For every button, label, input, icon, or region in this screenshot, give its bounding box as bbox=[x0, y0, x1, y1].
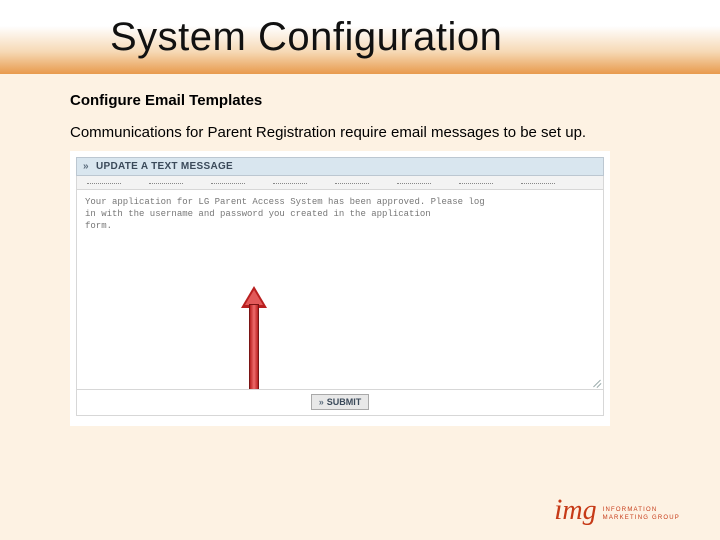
toolbar-group bbox=[273, 178, 307, 184]
toolbar-group bbox=[335, 178, 369, 184]
section-subheading: Configure Email Templates bbox=[70, 92, 650, 109]
toolbar-group bbox=[87, 178, 121, 184]
panel-header: » UPDATE A TEXT MESSAGE bbox=[76, 157, 604, 176]
chevron-right-icon: » bbox=[83, 161, 89, 172]
title-bar: System Configuration bbox=[0, 0, 720, 74]
section-lead-text: Communications for Parent Registration r… bbox=[70, 123, 650, 143]
message-line: form. bbox=[85, 220, 595, 232]
resize-handle-icon[interactable] bbox=[591, 377, 601, 387]
message-line: Your application for LG Parent Access Sy… bbox=[85, 196, 595, 208]
page-title: System Configuration bbox=[110, 15, 502, 60]
submit-button-label: SUBMIT bbox=[327, 397, 362, 407]
message-line: in with the username and password you cr… bbox=[85, 208, 595, 220]
arrow-stem bbox=[249, 304, 259, 390]
message-body-textarea[interactable]: Your application for LG Parent Access Sy… bbox=[76, 190, 604, 390]
toolbar-group bbox=[521, 178, 555, 184]
chevron-right-icon: » bbox=[319, 397, 324, 407]
content-area: Configure Email Templates Communications… bbox=[0, 74, 720, 426]
toolbar-group bbox=[211, 178, 245, 184]
email-template-panel: » UPDATE A TEXT MESSAGE Your application… bbox=[70, 151, 610, 426]
submit-bar: » SUBMIT bbox=[76, 390, 604, 416]
toolbar-group bbox=[149, 178, 183, 184]
logo-mark: img bbox=[554, 498, 597, 522]
toolbar-group bbox=[397, 178, 431, 184]
submit-button[interactable]: » SUBMIT bbox=[311, 394, 370, 410]
toolbar-group bbox=[459, 178, 493, 184]
logo-tagline: INFORMATION MARKETING GROUP bbox=[603, 507, 680, 522]
editor-toolbar[interactable] bbox=[76, 176, 604, 190]
footer-logo: img INFORMATION MARKETING GROUP bbox=[554, 498, 680, 522]
panel-header-label: UPDATE A TEXT MESSAGE bbox=[96, 161, 233, 172]
callout-arrow bbox=[243, 286, 265, 390]
